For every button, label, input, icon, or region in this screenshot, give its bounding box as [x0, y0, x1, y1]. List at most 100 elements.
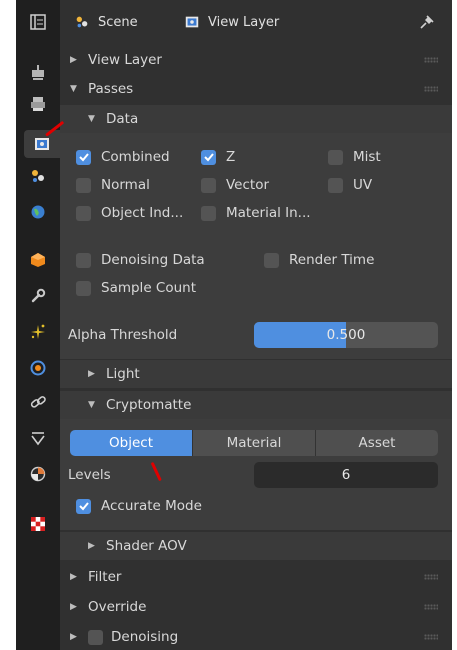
- data-icon: [31, 432, 45, 446]
- drag-handle[interactable]: [424, 634, 438, 640]
- view-layer-icon: [35, 138, 49, 150]
- checkbox-box[interactable]: [201, 149, 216, 165]
- normal-checkbox[interactable]: Normal: [76, 177, 150, 193]
- physics-icon: [30, 360, 46, 376]
- checkbox-box[interactable]: [76, 177, 91, 193]
- drag-handle[interactable]: [424, 604, 438, 610]
- pin-icon[interactable]: [418, 13, 436, 31]
- subpanel-light[interactable]: ▶ Light: [60, 360, 452, 388]
- particles-tab[interactable]: [22, 318, 54, 346]
- panel-filter[interactable]: ▶ Filter: [60, 563, 452, 591]
- denoising-checkbox[interactable]: [88, 629, 103, 645]
- checkbox-box[interactable]: [76, 280, 91, 296]
- collapsed-arrow-icon: ▶: [70, 602, 77, 612]
- output-tab[interactable]: [22, 90, 54, 118]
- drag-handle[interactable]: [424, 57, 438, 63]
- material-tab[interactable]: [22, 460, 54, 488]
- panel-title: Override: [88, 599, 147, 615]
- denoising-data-checkbox[interactable]: Denoising Data: [76, 252, 205, 268]
- checkbox-label: Combined: [101, 149, 170, 165]
- scene-icon: [32, 170, 44, 182]
- checkbox-label: Vector: [226, 177, 270, 193]
- levels-field[interactable]: 6: [254, 462, 438, 488]
- texture-icon: [31, 517, 45, 531]
- uv-checkbox[interactable]: UV: [328, 177, 372, 193]
- checkbox-box[interactable]: [76, 252, 91, 268]
- view-layer-icon: [185, 16, 199, 28]
- collapsed-arrow-icon: ▶: [70, 572, 77, 582]
- constraints-tab[interactable]: [22, 388, 54, 416]
- subpanel-shader-aov[interactable]: ▶ Shader AOV: [60, 532, 452, 560]
- wrench-icon: [31, 288, 46, 303]
- view-layer-label: View Layer: [208, 14, 280, 30]
- scene-selector[interactable]: Scene: [74, 14, 138, 30]
- material-index-checkbox[interactable]: Material In...: [201, 205, 311, 221]
- view-layer-selector[interactable]: View Layer: [184, 14, 279, 30]
- cryptomatte-segmented-control: Object Material Asset: [70, 430, 438, 456]
- world-tab[interactable]: [22, 198, 54, 226]
- alpha-threshold-slider[interactable]: 0.500: [254, 322, 438, 348]
- sample-count-checkbox[interactable]: Sample Count: [76, 280, 196, 296]
- panel-passes[interactable]: ▼ Passes: [60, 75, 452, 103]
- object-tab[interactable]: [22, 246, 54, 274]
- subpanel-title: Shader AOV: [106, 538, 187, 554]
- panel-denoising[interactable]: ▶ Denoising: [60, 623, 452, 650]
- scene-label: Scene: [98, 14, 138, 30]
- panel-title: View Layer: [88, 52, 162, 68]
- subpanel-title: Light: [106, 366, 140, 382]
- expanded-arrow-icon: ▼: [88, 114, 95, 124]
- data-tab[interactable]: [22, 424, 54, 452]
- panel-view-layer[interactable]: ▶ View Layer: [60, 46, 452, 74]
- checkbox-box[interactable]: [76, 498, 91, 514]
- view-layer-tab[interactable]: [24, 130, 60, 158]
- subpanel-cryptomatte[interactable]: ▼ Cryptomatte: [60, 391, 452, 419]
- checkmark-icon: [78, 153, 89, 162]
- drag-handle[interactable]: [424, 86, 438, 92]
- checkbox-box[interactable]: [328, 149, 343, 165]
- vector-checkbox[interactable]: Vector: [201, 177, 269, 193]
- collapsed-arrow-icon: ▶: [88, 541, 95, 551]
- checkbox-label: Mist: [353, 149, 381, 165]
- panel-title: Filter: [88, 569, 122, 585]
- render-time-checkbox[interactable]: Render Time: [264, 252, 374, 268]
- expanded-arrow-icon: ▼: [88, 400, 95, 410]
- slider-value: 0.500: [326, 327, 366, 343]
- segment-asset[interactable]: Asset: [316, 430, 438, 456]
- checkbox-box[interactable]: [76, 149, 91, 165]
- checkbox-label: Material In...: [226, 205, 311, 221]
- drag-handle[interactable]: [424, 574, 438, 580]
- render-tab[interactable]: [22, 58, 54, 86]
- z-checkbox[interactable]: Z: [201, 149, 235, 165]
- segment-object[interactable]: Object: [70, 430, 193, 456]
- checkbox-box[interactable]: [201, 205, 216, 221]
- combined-checkbox[interactable]: Combined: [76, 149, 170, 165]
- collapsed-arrow-icon: ▶: [70, 55, 77, 65]
- mist-checkbox[interactable]: Mist: [328, 149, 381, 165]
- subpanel-data[interactable]: ▼ Data: [60, 105, 452, 133]
- particles-icon: [31, 324, 45, 339]
- checkbox-box[interactable]: [201, 177, 216, 193]
- tool-tab[interactable]: [22, 8, 54, 36]
- physics-tab[interactable]: [22, 354, 54, 382]
- checkbox-box[interactable]: [264, 252, 279, 268]
- checkbox-box[interactable]: [328, 177, 343, 193]
- scene-icon: [76, 16, 88, 28]
- panel-override[interactable]: ▶ Override: [60, 593, 452, 621]
- checkmark-icon: [78, 502, 89, 511]
- panel-title: Passes: [88, 81, 134, 97]
- properties-header: Scene View Layer: [60, 0, 452, 46]
- checkbox-label: Normal: [101, 177, 150, 193]
- checkbox-label: Accurate Mode: [101, 498, 202, 514]
- segment-material[interactable]: Material: [193, 430, 316, 456]
- checkbox-box[interactable]: [76, 205, 91, 221]
- properties-editor: Scene View Layer ▶ View Layer ▼ Passes ▼…: [16, 0, 452, 650]
- subpanel-title: Data: [106, 111, 139, 127]
- texture-tab[interactable]: [22, 510, 54, 538]
- modifier-tab[interactable]: [22, 282, 54, 310]
- checkmark-icon: [203, 153, 214, 162]
- checkbox-label: Z: [226, 149, 236, 165]
- scene-tab[interactable]: [22, 162, 54, 190]
- subpanel-title: Cryptomatte: [106, 397, 192, 413]
- accurate-mode-checkbox[interactable]: Accurate Mode: [76, 498, 202, 514]
- object-index-checkbox[interactable]: Object Ind...: [76, 205, 183, 221]
